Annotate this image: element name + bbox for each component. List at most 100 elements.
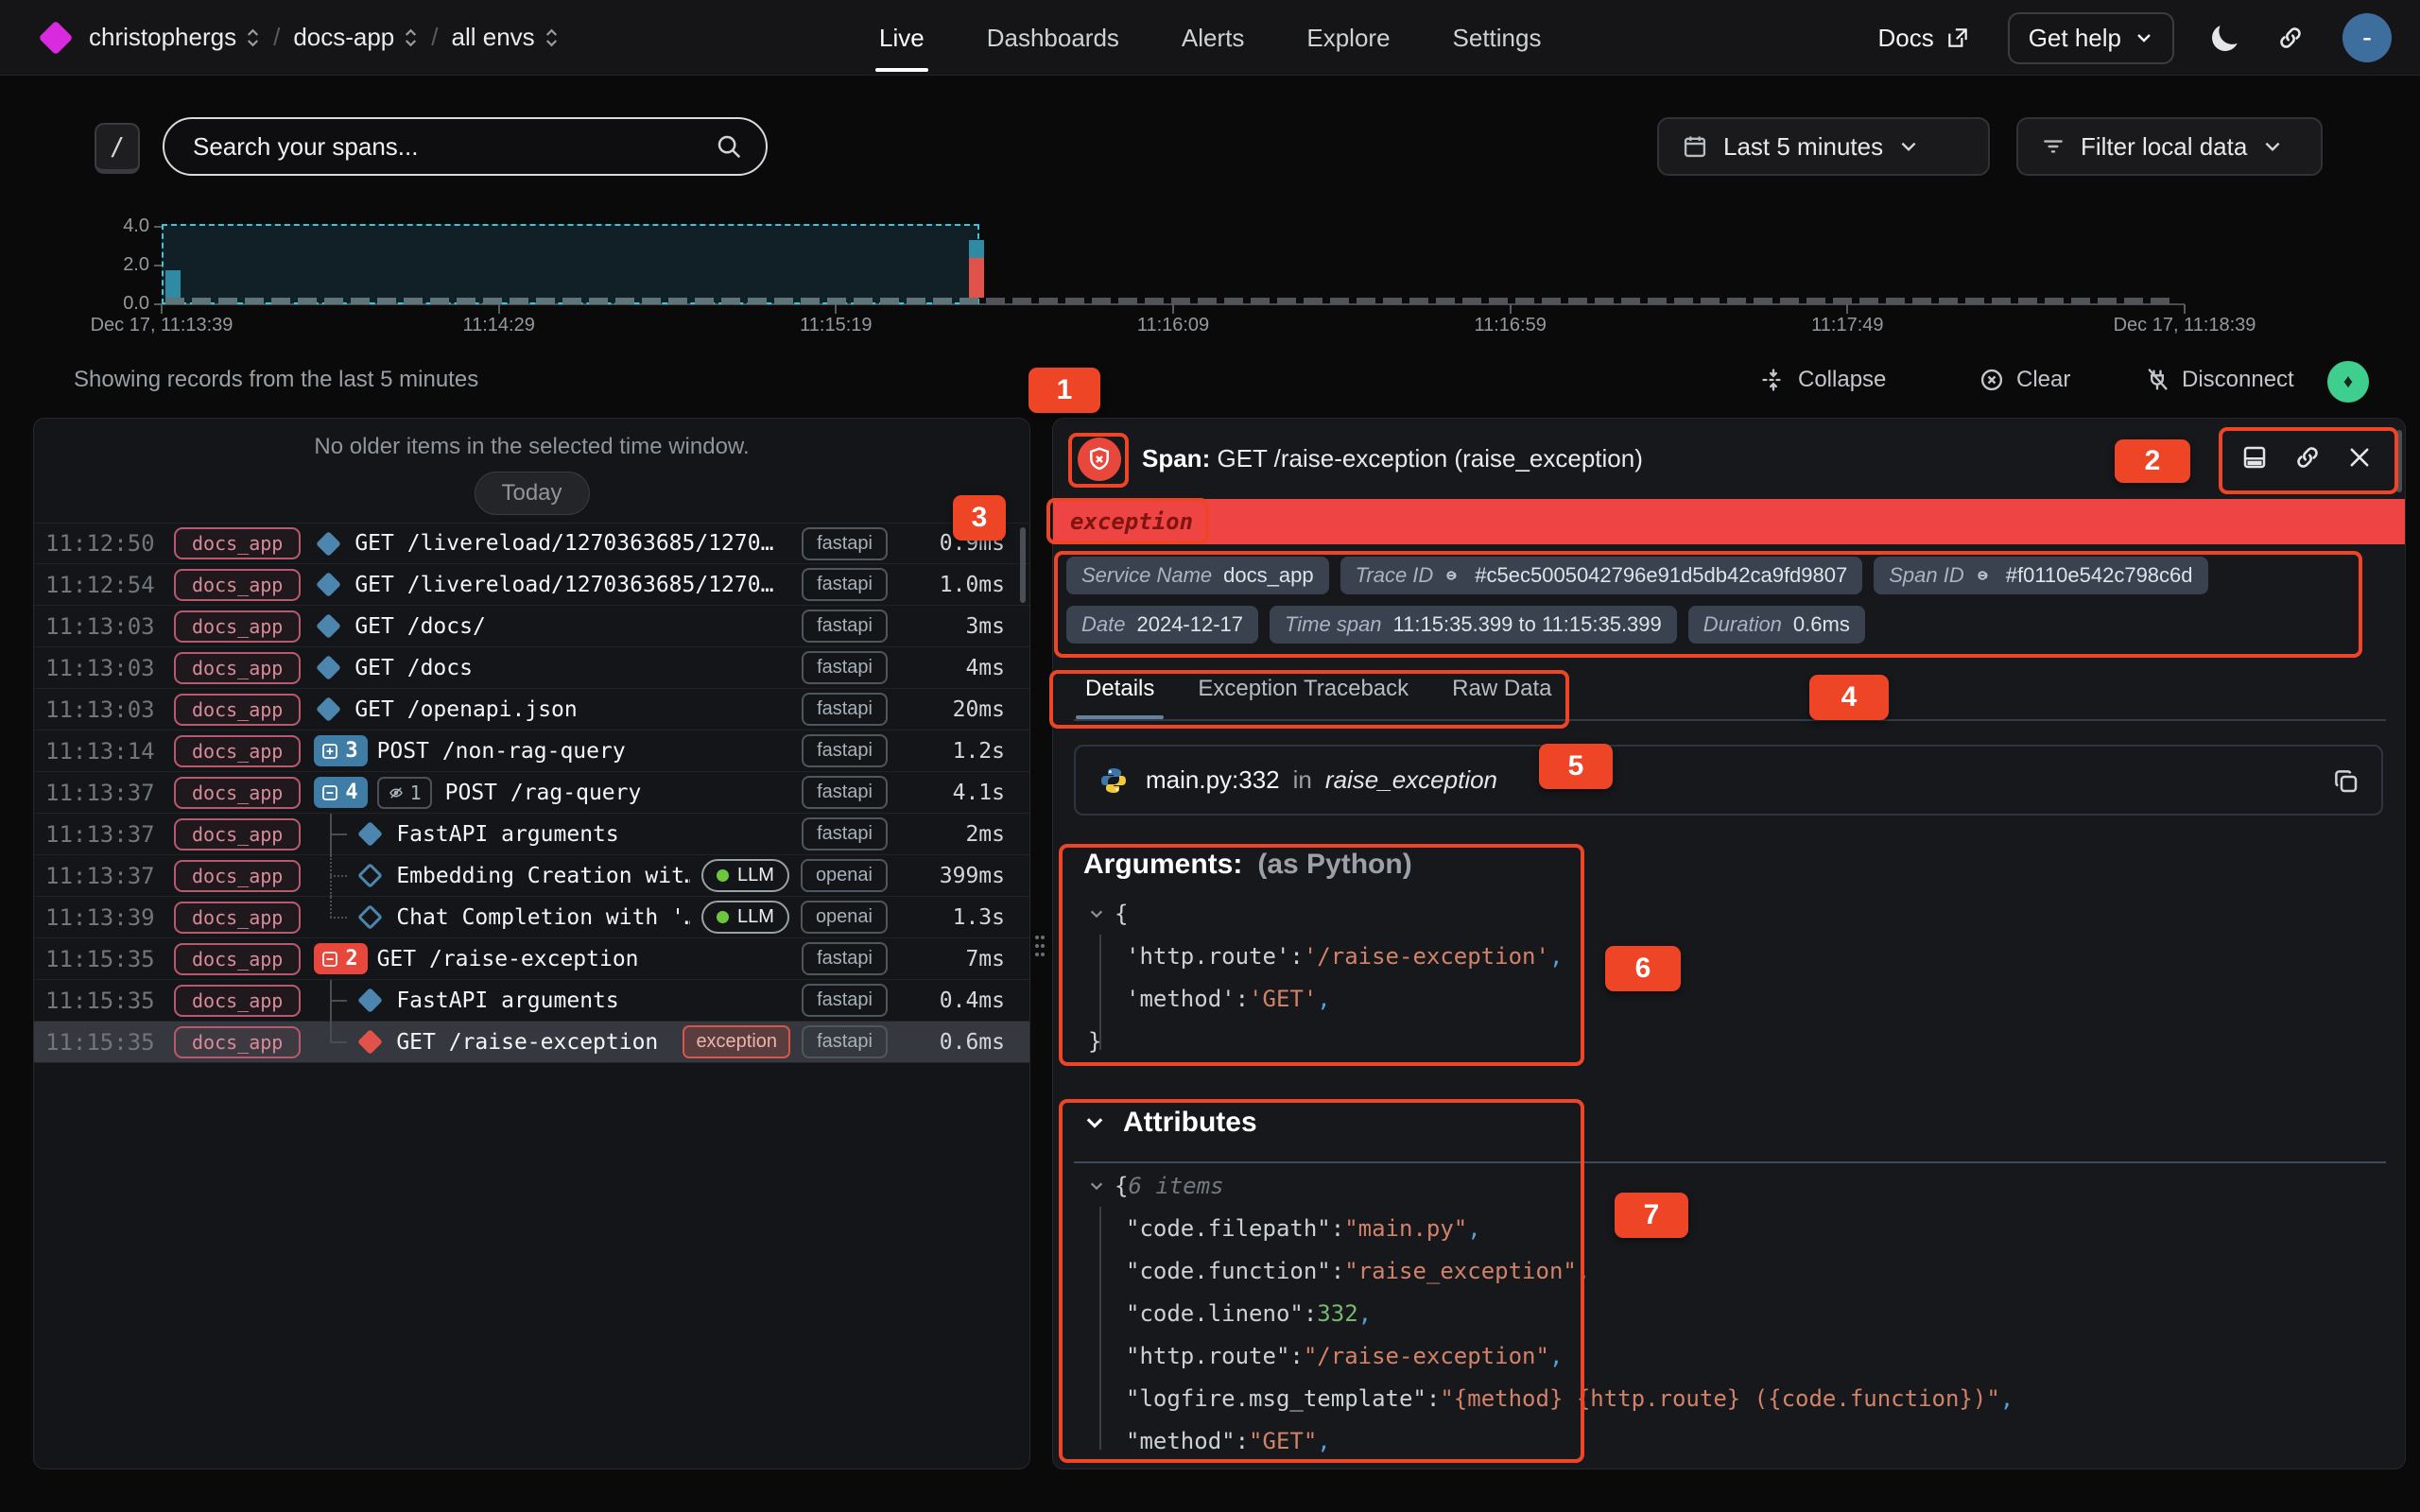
- activity-bar: [1145, 298, 1164, 304]
- service-tag[interactable]: docs_app: [174, 610, 301, 643]
- close-icon[interactable]: [2346, 444, 2373, 471]
- span-name: GET /raise-exception …: [396, 1030, 671, 1055]
- tab-details[interactable]: Details: [1085, 676, 1154, 719]
- span-duration: 1.2s: [899, 739, 1005, 764]
- code-token: 332: [1317, 1300, 1357, 1327]
- service-tag[interactable]: docs_app: [174, 777, 301, 809]
- meta-chip-date[interactable]: Date2024-12-17: [1066, 606, 1258, 644]
- chevron-down-icon[interactable]: [1088, 1177, 1105, 1194]
- tree-connector: [314, 897, 355, 938]
- table-row[interactable]: 11:15:35docs_appFastAPI argumentsfastapi…: [34, 980, 1029, 1022]
- service-tag[interactable]: docs_app: [174, 818, 301, 850]
- table-row[interactable]: 11:12:54docs_appGET /livereload/12703636…: [34, 564, 1029, 606]
- meta-chip-trace-id[interactable]: Trace ID#c5ec5005042796e91d5db42ca9fd980…: [1340, 557, 1863, 594]
- table-row[interactable]: 11:13:03docs_appGET /docsfastapi4ms: [34, 647, 1029, 689]
- search-input[interactable]: [163, 117, 768, 176]
- service-tag[interactable]: docs_app: [174, 1026, 301, 1058]
- tab-exception-traceback[interactable]: Exception Traceback: [1198, 676, 1409, 719]
- span-main: FastAPI arguments: [314, 814, 790, 855]
- collapse-children-badge[interactable]: 2: [314, 943, 367, 974]
- breadcrumb-item-docs-app[interactable]: docs-app: [293, 23, 418, 52]
- span-start-time: 11:13:14: [45, 738, 159, 765]
- table-row[interactable]: 11:13:03docs_appGET /openapi.jsonfastapi…: [34, 689, 1029, 730]
- span-panel-scrollbar[interactable]: [2396, 430, 2402, 492]
- service-tag[interactable]: docs_app: [174, 985, 301, 1017]
- copy-link-icon[interactable]: [2293, 443, 2322, 472]
- collapse-children-badge[interactable]: 4: [314, 777, 367, 808]
- time-range-button[interactable]: Last 5 minutes: [1657, 117, 1990, 176]
- service-tag[interactable]: docs_app: [174, 694, 301, 726]
- tab-settings[interactable]: Settings: [1453, 0, 1542, 76]
- tab-live[interactable]: Live: [879, 0, 925, 76]
- table-row[interactable]: 11:13:37docs_appEmbedding Creation wit…L…: [34, 855, 1029, 897]
- breadcrumb-item-all-envs[interactable]: all envs: [452, 23, 559, 52]
- annotation-marker-1: 1: [1028, 368, 1100, 413]
- chevron-down-icon: [2262, 136, 2283, 157]
- meta-chip-time-span[interactable]: Time span11:15:35.399 to 11:15:35.399: [1270, 606, 1677, 644]
- table-row[interactable]: 11:13:37docs_app41POST /rag-queryfastapi…: [34, 772, 1029, 814]
- hidden-spans-badge[interactable]: 1: [377, 777, 432, 809]
- table-row[interactable]: 11:13:39docs_appChat Completion with '…L…: [34, 897, 1029, 938]
- get-help-button[interactable]: Get help: [2008, 12, 2174, 64]
- avatar[interactable]: -: [2342, 13, 2392, 62]
- service-tag[interactable]: docs_app: [174, 735, 301, 767]
- meta-chip-span-id[interactable]: Span ID#f0110e542c798c6d: [1874, 557, 2207, 594]
- breadcrumb-item-christophergs[interactable]: christophergs: [89, 23, 260, 52]
- table-row[interactable]: 11:13:14docs_app3POST /non-rag-queryfast…: [34, 730, 1029, 772]
- meta-chip-duration[interactable]: Duration0.6ms: [1688, 606, 1865, 644]
- chip-label: Trace ID: [1356, 563, 1434, 588]
- tab-dashboards[interactable]: Dashboards: [987, 0, 1119, 76]
- span-name: POST /rag-query: [445, 781, 642, 805]
- time-selection-window[interactable]: [162, 224, 979, 304]
- copy-icon[interactable]: [2332, 767, 2360, 796]
- table-row[interactable]: 11:13:37docs_appFastAPI argumentsfastapi…: [34, 814, 1029, 855]
- minus-square-icon: [321, 951, 338, 968]
- table-row[interactable]: 11:12:50docs_appGET /livereload/12703636…: [34, 523, 1029, 564]
- x-axis-tick-label: Dec 17, 11:18:39: [2114, 315, 2256, 336]
- table-row[interactable]: 11:15:35docs_app2GET /raise-exceptionfas…: [34, 938, 1029, 980]
- chevron-down-icon: [1898, 136, 1919, 157]
- share-link-icon[interactable]: [2276, 24, 2305, 52]
- spans-histogram[interactable]: 4.02.00.0Dec 17, 11:13:3911:14:2911:15:1…: [0, 203, 2420, 345]
- empty-notice: No older items in the selected time wind…: [34, 434, 1029, 460]
- service-tag[interactable]: docs_app: [174, 652, 301, 684]
- event-bar: [969, 240, 984, 257]
- logfire-logo-icon[interactable]: [39, 20, 74, 55]
- service-tag[interactable]: docs_app: [174, 902, 301, 934]
- docs-link[interactable]: Docs: [1877, 24, 1969, 53]
- span-name: GET /raise-exception: [377, 947, 639, 971]
- table-row[interactable]: 11:13:03docs_appGET /docs/fastapi3ms: [34, 606, 1029, 647]
- panel-resize-handle[interactable]: [1033, 932, 1046, 960]
- span-start-time: 11:15:35: [45, 946, 159, 972]
- dock-panel-icon[interactable]: [2240, 443, 2269, 472]
- chevron-down-icon: [1083, 1111, 1106, 1134]
- clear-button[interactable]: Clear: [1979, 367, 2070, 393]
- code-line: "code.function": "raise_exception",: [1126, 1258, 1590, 1284]
- span-tags: fastapi: [802, 610, 888, 643]
- breadcrumb-separator: /: [273, 23, 280, 52]
- code-token: ,: [1549, 943, 1563, 970]
- code-token: "/raise-exception": [1304, 1343, 1549, 1369]
- today-pill[interactable]: Today: [474, 472, 589, 515]
- collapse-button[interactable]: Collapse: [1760, 367, 1886, 393]
- activity-bar: [1462, 298, 1481, 304]
- table-row[interactable]: 11:15:35docs_appGET /raise-exception …ex…: [34, 1022, 1029, 1063]
- list-scrollbar[interactable]: [1020, 527, 1026, 603]
- tab-explore[interactable]: Explore: [1306, 0, 1390, 76]
- tab-raw-data[interactable]: Raw Data: [1452, 676, 1551, 719]
- dark-mode-toggle-icon[interactable]: [2209, 22, 2241, 54]
- activity-bar: [536, 298, 555, 304]
- filter-local-data-button[interactable]: Filter local data: [2016, 117, 2323, 176]
- chevron-down-icon[interactable]: [1088, 905, 1105, 922]
- service-tag[interactable]: docs_app: [174, 569, 301, 601]
- disconnect-button[interactable]: Disconnect: [2144, 367, 2294, 393]
- framework-tag: fastapi: [802, 527, 888, 560]
- activity-bar: [959, 298, 978, 304]
- attributes-heading[interactable]: Attributes: [1083, 1107, 1257, 1139]
- meta-chip-service-name[interactable]: Service Namedocs_app: [1066, 557, 1329, 594]
- tab-alerts[interactable]: Alerts: [1182, 0, 1244, 76]
- expand-children-badge[interactable]: 3: [314, 735, 367, 766]
- service-tag[interactable]: docs_app: [174, 860, 301, 892]
- service-tag[interactable]: docs_app: [174, 943, 301, 975]
- service-tag[interactable]: docs_app: [174, 527, 301, 559]
